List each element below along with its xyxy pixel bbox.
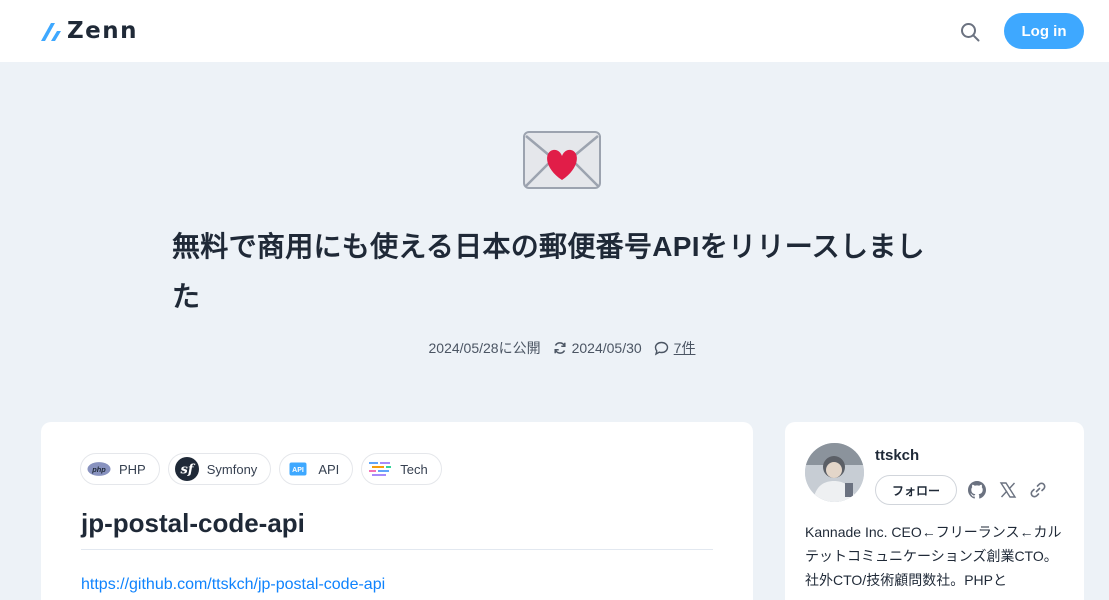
love-letter-icon [523, 131, 601, 189]
api-icon: API [286, 457, 310, 481]
updated-date-text: 2024/05/30 [571, 340, 642, 356]
author-avatar[interactable] [805, 443, 864, 502]
author-bio: Kannade Inc. CEO←フリーランス←カルテットコミュニケーションズ創… [805, 524, 1062, 588]
content-heading: jp-postal-code-api [81, 508, 713, 550]
author-card: ttskch フォロー Kannade Inc. CEO←フリーランス←カルテッ… [785, 422, 1084, 600]
website-link[interactable] [1027, 479, 1049, 501]
logo-text: Zenn [67, 18, 139, 44]
comments-link[interactable]: 7件 [654, 338, 696, 358]
comment-icon [654, 341, 668, 355]
tech-icon [368, 457, 392, 481]
tag-list: php PHP sf Symfony API API Tech [80, 453, 442, 485]
article-title: 無料で商用にも使える日本の郵便番号APIをリリースしました [172, 231, 925, 312]
symfony-icon: sf [174, 457, 199, 481]
svg-text:php: php [91, 465, 106, 474]
site-header: Zenn Log in [0, 0, 1109, 62]
author-name[interactable]: ttskch [875, 447, 919, 464]
published-date: 2024/05/28に公開 [428, 340, 541, 356]
login-button[interactable]: Log in [1004, 13, 1084, 49]
tag-symfony[interactable]: sf Symfony [167, 453, 272, 485]
refresh-icon [554, 342, 566, 354]
x-icon [999, 482, 1017, 498]
link-icon [1030, 482, 1046, 498]
zenn-logo-icon [41, 23, 61, 41]
updated-date: 2024/05/30 [553, 340, 642, 356]
tag-label: PHP [119, 461, 146, 477]
article-body-card: php PHP sf Symfony API API Tech jp-posta… [41, 422, 753, 600]
github-icon [968, 481, 986, 499]
tag-tech[interactable]: Tech [361, 453, 442, 485]
php-icon: php [87, 457, 111, 481]
tag-label: Tech [400, 461, 428, 477]
github-link[interactable] [966, 479, 988, 501]
follow-button[interactable]: フォロー [875, 475, 957, 505]
tag-label: API [318, 461, 340, 477]
article-meta: 2024/05/28に公開 2024/05/30 7件 [0, 337, 1109, 359]
zenn-logo[interactable]: Zenn [40, 18, 138, 44]
svg-text:API: API [292, 467, 304, 474]
github-repo-link[interactable]: https://github.com/ttskch/jp-postal-code… [81, 576, 385, 594]
tag-php[interactable]: php PHP [80, 453, 160, 485]
x-link[interactable] [997, 479, 1019, 501]
search-icon [961, 23, 980, 42]
tag-api[interactable]: API API [279, 453, 354, 485]
comments-count: 7件 [673, 340, 696, 356]
tag-label: Symfony [206, 461, 258, 477]
search-button[interactable] [958, 20, 982, 44]
